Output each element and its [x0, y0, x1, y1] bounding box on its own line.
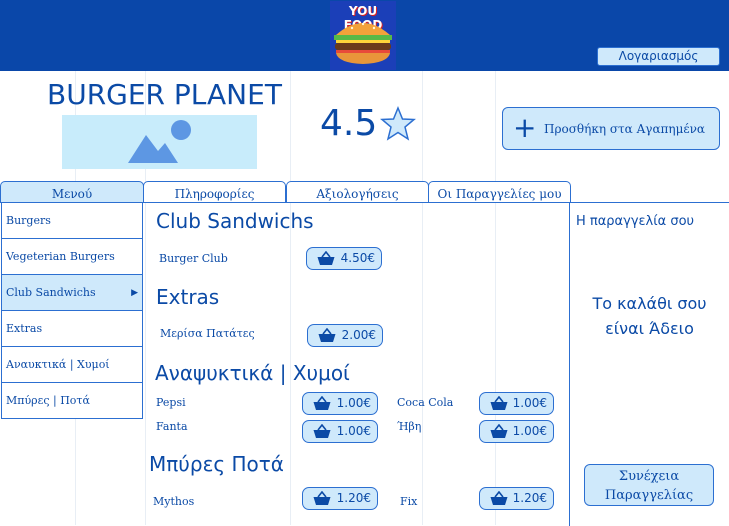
app-logo[interactable]: YOU FOOD: [330, 1, 396, 70]
item-name: Coca Cola: [397, 396, 454, 409]
menu-item-label: Vegeterian Burgers: [6, 250, 115, 263]
item-price: 4.50€: [340, 251, 375, 265]
add-item-button[interactable]: 2.00€: [307, 324, 383, 347]
empty-cart-line: είναι Άδειο: [605, 319, 694, 338]
item-name: Pepsi: [156, 396, 186, 409]
top-bar: YOU FOOD Λογαριασμός: [0, 0, 729, 71]
item-price: 1.00€: [336, 424, 371, 438]
section-title-beers: Μπύρες Ποτά: [149, 452, 284, 476]
empty-cart-message: Το καλάθι σου είναι Άδειο: [570, 291, 729, 341]
add-item-button[interactable]: 1.00€: [479, 392, 554, 415]
basket-icon: [317, 251, 335, 265]
add-item-button[interactable]: 1.00€: [302, 420, 378, 443]
add-to-favorites-button[interactable]: + Προσθήκη στα Αγαπημένα: [502, 107, 720, 150]
tab-my-orders[interactable]: Οι Παραγγελίες μου: [428, 181, 571, 203]
star-outline-icon[interactable]: [380, 106, 416, 142]
add-item-button[interactable]: 1.00€: [479, 420, 554, 443]
item-name: Mythos: [153, 495, 195, 508]
continue-order-button[interactable]: Συνέχεια Παραγγελίας: [584, 464, 714, 506]
add-item-button[interactable]: 1.20€: [479, 487, 554, 510]
continue-label: Παραγγελίας: [604, 488, 694, 503]
menu-item-label: Μπύρες | Ποτά: [6, 394, 90, 407]
item-price: 2.00€: [341, 328, 376, 342]
basket-icon: [490, 424, 508, 438]
section-title-extras: Extras: [156, 285, 220, 309]
favorite-label: Προσθήκη στα Αγαπημένα: [544, 122, 706, 136]
basket-icon: [318, 328, 336, 342]
rating-value: 4.5: [320, 103, 378, 144]
menu-item-label: Burgers: [6, 214, 51, 227]
menu-item-soft-drinks[interactable]: Αναυκτικά | Χυμοί: [1, 347, 143, 383]
menu-item-club-sandwichs[interactable]: Club Sandwichs ▶: [1, 275, 143, 311]
menu-item-extras[interactable]: Extras: [1, 311, 143, 347]
menu-item-label: Αναυκτικά | Χυμοί: [6, 358, 110, 371]
basket-icon: [490, 396, 508, 410]
menu-item-label: Extras: [6, 322, 43, 335]
item-name: Fix: [400, 495, 418, 508]
item-price: 1.20€: [512, 491, 547, 505]
section-title-drinks: Αναψυκτικά | Χυμοί: [155, 361, 350, 385]
image-placeholder-icon: [128, 120, 191, 163]
burger-logo-icon: [334, 22, 392, 64]
tab-reviews[interactable]: Αξιολογήσεις: [286, 181, 429, 203]
item-price: 1.00€: [512, 396, 547, 410]
account-button[interactable]: Λογαριασμός: [597, 47, 720, 66]
menu-item-burgers[interactable]: Burgers: [1, 202, 143, 239]
item-name: Ήβη: [397, 420, 422, 433]
continue-label: Συνέχεια: [618, 469, 680, 484]
menu-item-label: Club Sandwichs: [6, 286, 96, 299]
item-name: Fanta: [156, 420, 188, 433]
category-menu: Burgers Vegeterian Burgers Club Sandwich…: [1, 202, 143, 419]
restaurant-image: [62, 115, 257, 169]
item-name: Burger Club: [159, 252, 228, 265]
plus-icon: +: [513, 111, 537, 144]
order-panel: Η παραγγελία σου Το καλάθι σου είναι Άδε…: [569, 202, 729, 526]
add-item-button[interactable]: 1.20€: [302, 487, 378, 510]
tab-menu[interactable]: Μενού: [0, 181, 144, 203]
item-price: 1.00€: [336, 396, 371, 410]
add-item-button[interactable]: 4.50€: [306, 247, 382, 270]
order-title: Η παραγγελία σου: [576, 214, 695, 229]
basket-icon: [313, 396, 331, 410]
basket-icon: [313, 491, 331, 505]
item-name: Μερίσα Πατάτες: [160, 327, 255, 340]
empty-cart-line: Το καλάθι σου: [592, 294, 707, 313]
basket-icon: [313, 424, 331, 438]
restaurant-name: BURGER PLANET: [47, 78, 282, 111]
basket-icon: [490, 491, 508, 505]
arrow-right-icon: ▶: [131, 288, 138, 298]
item-price: 1.20€: [336, 491, 371, 505]
menu-item-vegeterian-burgers[interactable]: Vegeterian Burgers: [1, 239, 143, 275]
section-title-club: Club Sandwichs: [156, 209, 314, 233]
tab-info[interactable]: Πληροφορίες: [143, 181, 286, 203]
item-price: 1.00€: [512, 424, 547, 438]
add-item-button[interactable]: 1.00€: [302, 392, 378, 415]
menu-item-beers[interactable]: Μπύρες | Ποτά: [1, 383, 143, 419]
